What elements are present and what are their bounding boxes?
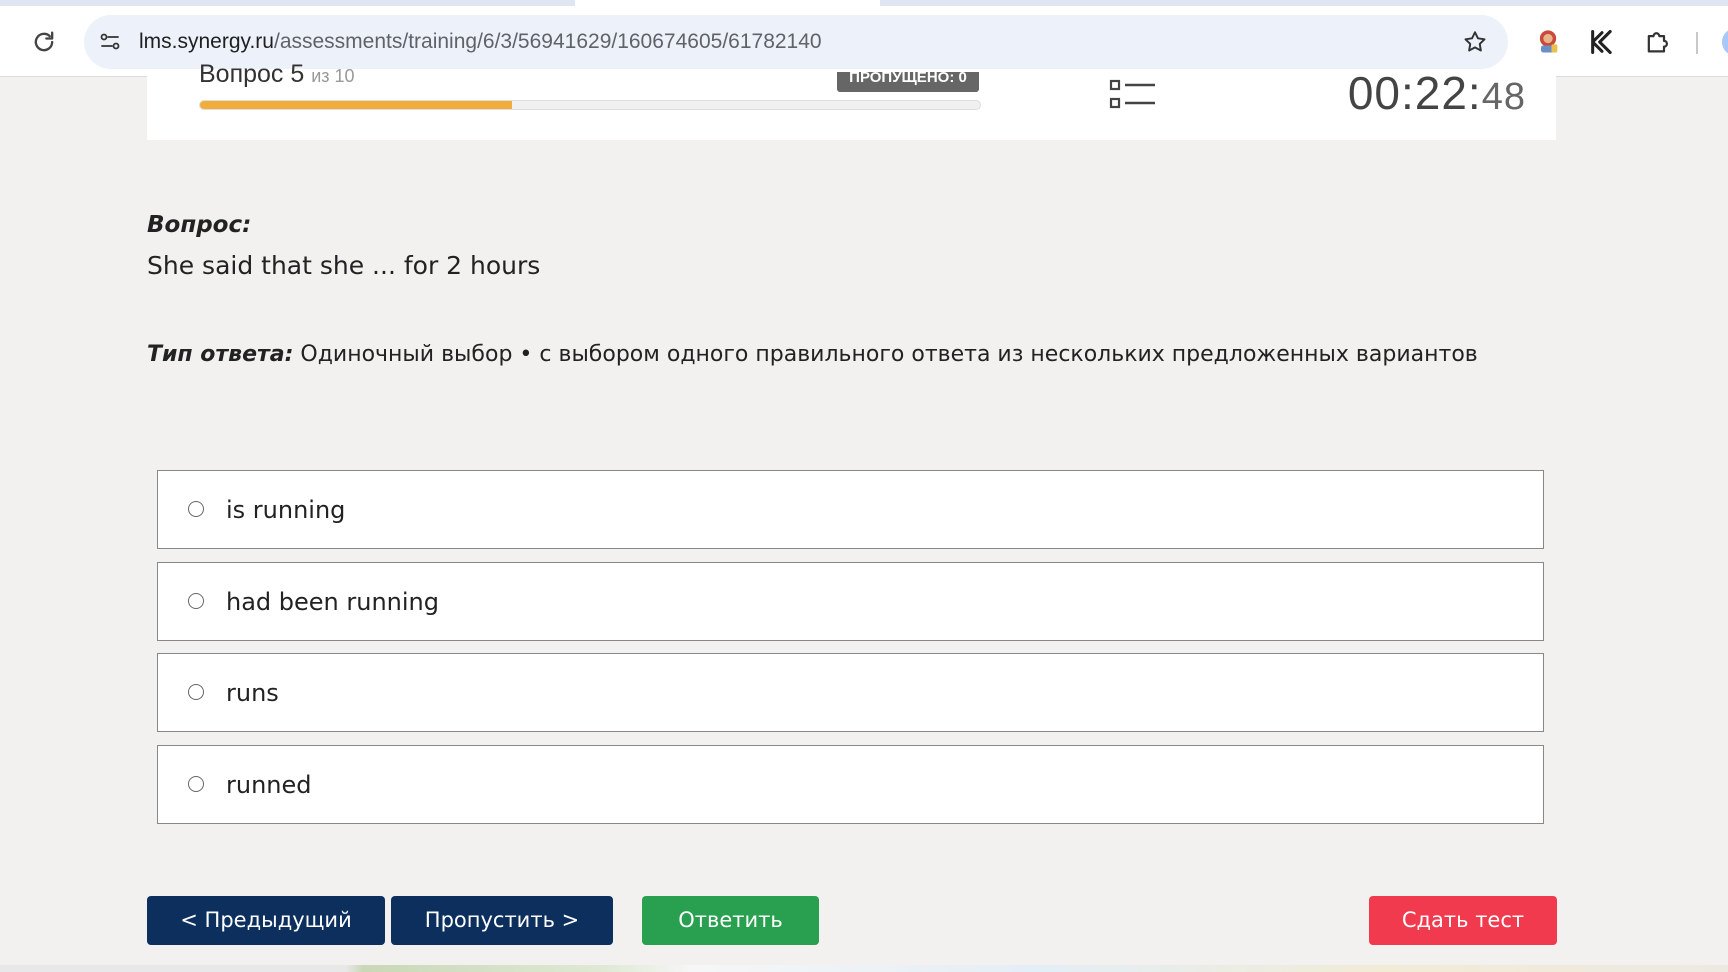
question-list-icon[interactable] — [1109, 79, 1159, 113]
answer-option[interactable]: runs — [157, 653, 1544, 732]
timer-main: 00:22: — [1347, 67, 1482, 119]
question-number: Вопрос 5 — [199, 60, 305, 88]
answer-type-value: Одиночный выбор • с выбором одного прави… — [293, 342, 1478, 367]
answer-type-label: Тип ответа: — [147, 342, 294, 367]
answer-option[interactable]: is running — [157, 470, 1544, 549]
answer-option-label: had been running — [226, 588, 439, 616]
question-label: Вопрос: — [147, 212, 252, 238]
progress-bar — [199, 100, 981, 110]
radio-button[interactable] — [188, 684, 204, 700]
toolbar-divider — [1696, 32, 1698, 54]
url-host: lms.synergy.ru — [139, 30, 274, 53]
skipped-badge: ПРОПУЩЕНО: 0 — [837, 72, 979, 92]
answer-option-label: is running — [226, 496, 346, 524]
timer-seconds: 48 — [1481, 76, 1526, 118]
answer-option[interactable]: had been running — [157, 562, 1544, 641]
answer-option-label: runned — [226, 771, 312, 799]
timer: 00:22:48 — [1348, 66, 1526, 120]
bottom-taskbar-edge — [0, 965, 1728, 972]
radio-button[interactable] — [188, 776, 204, 792]
url-path: /assessments/training/6/3/56941629/16067… — [273, 30, 822, 53]
reload-icon[interactable] — [30, 28, 58, 56]
question-counter: Вопрос 5 из 10 — [199, 60, 355, 89]
radio-button[interactable] — [188, 501, 204, 517]
answer-type: Тип ответа: Одиночный выбор • с выбором … — [147, 342, 1478, 367]
previous-button[interactable]: < Предыдущий — [147, 896, 385, 945]
radio-button[interactable] — [188, 593, 204, 609]
answer-option-label: runs — [226, 679, 279, 707]
question-text: She said that she ... for 2 hours — [147, 251, 541, 280]
bookmark-star-icon[interactable] — [1462, 29, 1488, 55]
extension-avatar-icon[interactable] — [1534, 28, 1562, 56]
answer-option[interactable]: runned — [157, 745, 1544, 824]
skip-button[interactable]: Пропустить > — [391, 896, 613, 945]
question-total: из 10 — [311, 66, 355, 86]
site-settings-icon[interactable] — [98, 30, 122, 54]
submit-test-button[interactable]: Сдать тест — [1369, 896, 1557, 945]
answer-button[interactable]: Ответить — [642, 896, 819, 945]
extension-k-icon[interactable] — [1588, 28, 1616, 56]
progress-fill — [200, 101, 512, 109]
profile-avatar[interactable] — [1722, 28, 1728, 56]
extensions-puzzle-icon[interactable] — [1643, 28, 1671, 56]
test-header-card: Вопрос 5 из 10 ПРОПУЩЕНО: 0 00:22:48 — [147, 60, 1556, 140]
